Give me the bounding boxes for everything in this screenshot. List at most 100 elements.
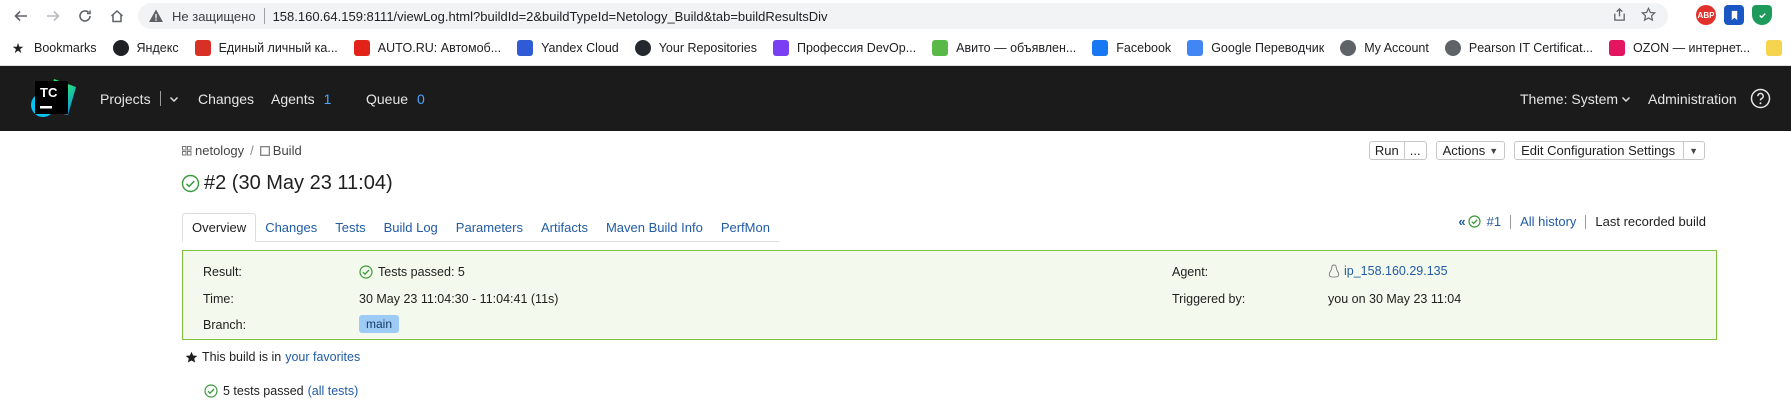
projects-divider — [159, 91, 161, 106]
edit-config-button[interactable]: Edit Configuration Settings — [1521, 143, 1675, 158]
chevron-down-icon[interactable] — [169, 94, 179, 104]
bookmark-item[interactable]: Facebook — [1092, 40, 1171, 56]
star-icon[interactable] — [185, 351, 198, 364]
arrow-right-icon — [47, 10, 60, 21]
folder-icon — [1766, 40, 1783, 56]
address-bar[interactable]: Не защищено 158.160.64.159:8111/viewLog.… — [138, 3, 1668, 29]
run-custom-button[interactable]: ... — [1410, 143, 1421, 158]
help-button[interactable] — [1750, 66, 1771, 131]
actions-label: Actions — [1442, 143, 1486, 158]
agents-link[interactable]: Agents — [271, 91, 315, 107]
tab-overview[interactable]: Overview — [182, 213, 257, 242]
autoru-icon — [353, 40, 370, 56]
result-label: Result: — [203, 265, 242, 279]
edit-split — [1683, 141, 1685, 160]
tab-artifacts[interactable]: Artifacts — [532, 213, 597, 242]
teamcity-logo[interactable]: TC — [28, 77, 78, 121]
reload-button[interactable] — [72, 3, 98, 29]
ozon-icon — [1609, 40, 1625, 56]
bookmark-star-icon[interactable] — [1641, 7, 1656, 22]
agent-link[interactable]: ip_158.160.29.135 — [1344, 264, 1448, 278]
breadcrumb-build-config[interactable]: Build — [273, 143, 302, 158]
yc-icon — [517, 40, 534, 56]
success-icon — [204, 384, 218, 398]
bookmark-label: Google Переводчик — [1211, 41, 1325, 55]
prev-build-link[interactable]: #1 — [1487, 214, 1501, 229]
queue-link[interactable]: Queue — [366, 91, 408, 107]
changes-nav[interactable]: Changes — [198, 66, 254, 131]
bookmark-label: Единый личный ка... — [218, 41, 338, 55]
tests-passed-text: 5 tests passed — [223, 384, 304, 398]
bookmark-label: My Account — [1364, 41, 1429, 55]
tab-changes[interactable]: Changes — [256, 213, 327, 242]
tab-perfmon[interactable]: PerfMon — [711, 213, 779, 242]
prev-build-arrow[interactable]: « — [1458, 214, 1465, 229]
help-icon[interactable] — [1750, 88, 1771, 109]
breadcrumb-project[interactable]: netology — [195, 143, 244, 158]
reload-icon — [79, 9, 91, 22]
bookmark-item[interactable]: ★ Bookmarks — [10, 40, 97, 56]
tab-maven-build-info[interactable]: Maven Build Info — [596, 213, 712, 242]
breadcrumb: netology / Build — [182, 143, 302, 158]
bookmark-item[interactable]: AUTO.RU: Автомоб... — [353, 40, 501, 56]
queue-nav[interactable]: Queue 0 — [366, 66, 425, 131]
actions-button[interactable]: Actions ▼ — [1435, 141, 1506, 160]
administration-nav[interactable]: Administration — [1648, 66, 1737, 131]
history-divider — [1510, 214, 1512, 229]
tab-tests[interactable]: Tests — [326, 213, 375, 242]
bookmark-label: Профессия DevOp... — [796, 41, 917, 55]
bookmark-item[interactable]: Яндекс — [112, 40, 179, 56]
chevron-down-icon[interactable]: ▼ — [1689, 146, 1698, 156]
changes-link[interactable]: Changes — [198, 91, 254, 107]
favorites-link[interactable]: your favorites — [285, 350, 360, 364]
build-summary: Result: Tests passed: 5 Time: 30 May 23 … — [182, 250, 1717, 340]
home-button[interactable] — [104, 3, 130, 29]
bookmark-item[interactable]: Pearson IT Certificat... — [1444, 40, 1593, 56]
back-button[interactable] — [8, 3, 34, 29]
theme-switcher[interactable]: Theme: System — [1520, 66, 1631, 131]
linux-icon — [1328, 264, 1340, 278]
bookmark-label: Яндекс — [136, 41, 179, 55]
agents-nav[interactable]: Agents 1 — [271, 66, 331, 131]
share-icon[interactable] — [1612, 7, 1627, 22]
translate-icon — [1187, 40, 1204, 56]
tab-build-log[interactable]: Build Log — [374, 213, 447, 242]
url-text[interactable]: 158.160.64.159:8111/viewLog.html?buildId… — [273, 9, 828, 24]
time-value: 30 May 23 11:04:30 - 11:04:41 (11s) — [359, 292, 559, 306]
branch-badge[interactable]: main — [359, 315, 400, 333]
bookmark-item[interactable]: Авито — объявлен... — [932, 40, 1076, 56]
bookmark-item[interactable]: Единый личный ка... — [194, 40, 338, 56]
shield-extension-icon[interactable] — [1752, 5, 1772, 25]
all-history-link[interactable]: All history — [1520, 214, 1576, 229]
abp-extension-icon[interactable]: ABP — [1696, 5, 1716, 25]
time-label: Time: — [203, 292, 234, 306]
projects-menu[interactable]: Projects — [100, 66, 179, 131]
run-button-group: Run ... — [1368, 141, 1427, 160]
bookmark-extension-icon[interactable] — [1724, 5, 1744, 25]
bookmark-item[interactable]: Your Repositories — [634, 40, 757, 56]
administration-link[interactable]: Administration — [1648, 91, 1737, 107]
all-tests-link[interactable]: (all tests) — [308, 384, 359, 398]
triggered-label: Triggered by: — [1172, 292, 1246, 306]
run-button[interactable]: Run — [1375, 143, 1399, 158]
history-divider — [1585, 214, 1587, 229]
bookmark-item[interactable]: Разное — [1766, 40, 1791, 56]
bookmark-item[interactable]: OZON — интернет... — [1609, 40, 1750, 56]
bookmark-item[interactable]: Google Переводчик — [1187, 40, 1324, 56]
build-history-nav: « #1 All history Last recorded build — [1458, 214, 1706, 229]
projects-link[interactable]: Projects — [100, 91, 151, 107]
bookmark-item[interactable]: Yandex Cloud — [517, 40, 619, 56]
logo-text: TC — [40, 85, 58, 100]
build-config-icon — [259, 145, 270, 156]
bookmark-item[interactable]: Профессия DevOp... — [772, 40, 917, 56]
agents-count: 1 — [323, 90, 332, 107]
agent-value: ip_158.160.29.135 — [1328, 264, 1448, 278]
globe-icon — [1340, 40, 1357, 56]
theme-label[interactable]: Theme: System — [1520, 91, 1618, 107]
tab-parameters[interactable]: Parameters — [446, 213, 532, 242]
forward-button[interactable] — [40, 3, 66, 29]
insecure-label: Не защищено — [172, 8, 256, 24]
teamcity-header: TC Projects Changes Agents 1 Queue 0 The… — [0, 66, 1791, 131]
bookmark-item[interactable]: My Account — [1340, 40, 1429, 56]
yandex-icon — [112, 40, 129, 56]
